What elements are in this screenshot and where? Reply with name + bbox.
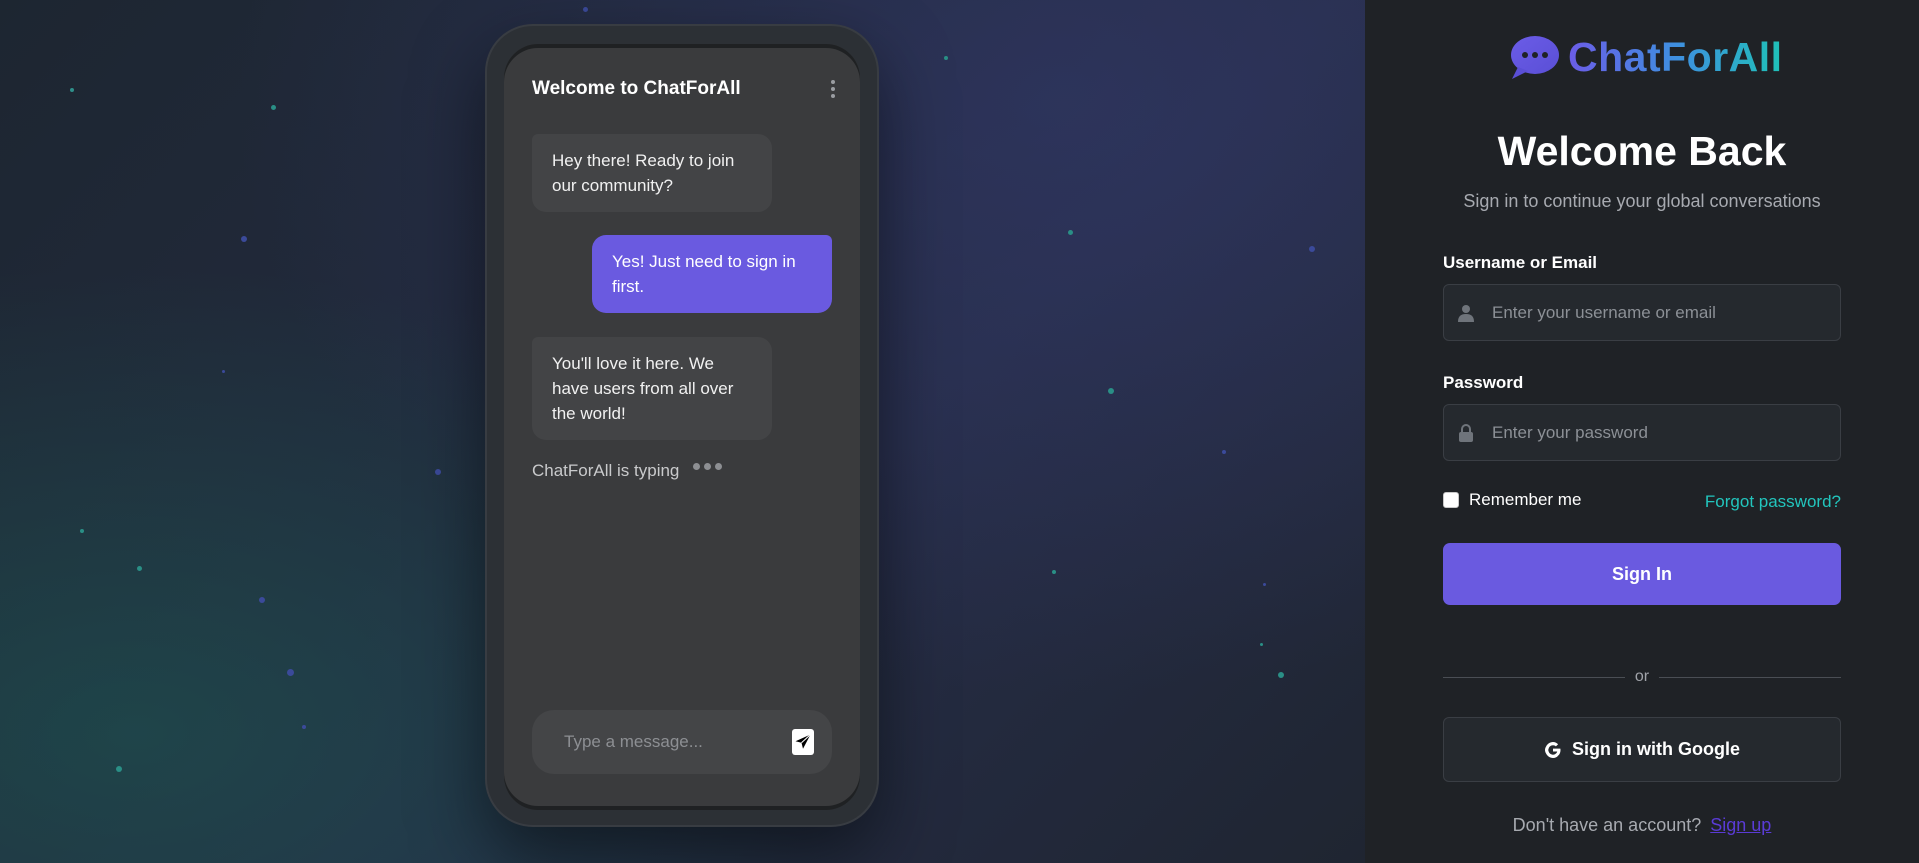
password-label: Password [1443, 373, 1524, 392]
particle [80, 529, 84, 533]
message-bubble-outgoing: Yes! Just need to sign in first. [592, 235, 832, 313]
remember-me: Remember me [1443, 490, 1581, 510]
divider: or [1443, 667, 1842, 687]
message-bubble-incoming: You'll love it here. We have users from … [532, 337, 772, 440]
particle [1108, 388, 1114, 394]
particle [1278, 672, 1284, 678]
phone-screen: Welcome to ChatForAll Hey there! Ready t… [504, 44, 860, 810]
particle [1052, 570, 1056, 574]
signup-prompt-text: Don't have an account? [1512, 815, 1702, 835]
particle [241, 236, 247, 242]
typing-dots-icon [693, 462, 723, 470]
page-title: Welcome Back [1497, 128, 1787, 174]
password-field[interactable] [1443, 404, 1841, 461]
showcase-panel: Welcome to ChatForAll Hey there! Ready t… [0, 0, 1365, 863]
username-label: Username or Email [1443, 253, 1598, 272]
brand-name: ChatForAll [1568, 34, 1783, 80]
username-field[interactable] [1443, 284, 1841, 341]
brand-logo: ChatForAll [1508, 34, 1783, 81]
forgot-password-link[interactable]: Forgot password? [1705, 492, 1841, 512]
particle [583, 7, 588, 12]
send-icon [795, 734, 811, 749]
particle [435, 469, 441, 475]
particle [1068, 230, 1073, 235]
particle [1222, 450, 1226, 454]
particle [1260, 643, 1263, 646]
send-button[interactable] [792, 729, 814, 755]
particle [302, 725, 306, 729]
particle [137, 566, 142, 571]
sign-in-button[interactable]: Sign In [1443, 543, 1841, 605]
google-sign-in-button[interactable]: Sign in with Google [1443, 717, 1841, 782]
sign-up-link[interactable]: Sign up [1710, 815, 1771, 835]
typing-indicator: ChatForAll is typing [532, 461, 723, 481]
google-icon [1545, 741, 1561, 758]
username-input[interactable] [1490, 301, 1814, 324]
particle [271, 105, 276, 110]
lock-icon [1459, 423, 1473, 442]
particle [222, 370, 225, 373]
login-panel: ChatForAll Welcome Back Sign in to conti… [1365, 0, 1919, 863]
particle [1309, 246, 1315, 252]
particle [116, 766, 122, 772]
signup-prompt: Don't have an account? Sign up [1365, 815, 1919, 836]
message-input[interactable] [562, 731, 766, 753]
particle [70, 88, 74, 92]
remember-me-label[interactable]: Remember me [1469, 490, 1581, 510]
google-sign-in-label: Sign in with Google [1572, 739, 1740, 759]
message-bubble-incoming: Hey there! Ready to join our community? [532, 134, 772, 212]
divider-text: or [1634, 668, 1650, 685]
user-icon [1458, 304, 1474, 322]
page-subtitle: Sign in to continue your global conversa… [1463, 191, 1821, 211]
divider-line [1443, 676, 1625, 678]
particle [287, 669, 294, 676]
message-composer [532, 710, 832, 774]
typing-text: ChatForAll is typing [532, 461, 680, 480]
particle [1263, 583, 1266, 586]
chat-bubble-icon [1511, 35, 1559, 79]
remember-me-checkbox[interactable] [1443, 492, 1459, 508]
divider-line [1659, 676, 1842, 678]
particle [259, 597, 265, 603]
more-options-icon[interactable] [830, 80, 836, 98]
chat-header: Welcome to ChatForAll [532, 78, 836, 100]
particle [944, 56, 948, 60]
chat-title: Welcome to ChatForAll [532, 78, 741, 99]
page-root: Welcome to ChatForAll Hey there! Ready t… [0, 0, 1919, 863]
password-input[interactable] [1490, 421, 1814, 444]
